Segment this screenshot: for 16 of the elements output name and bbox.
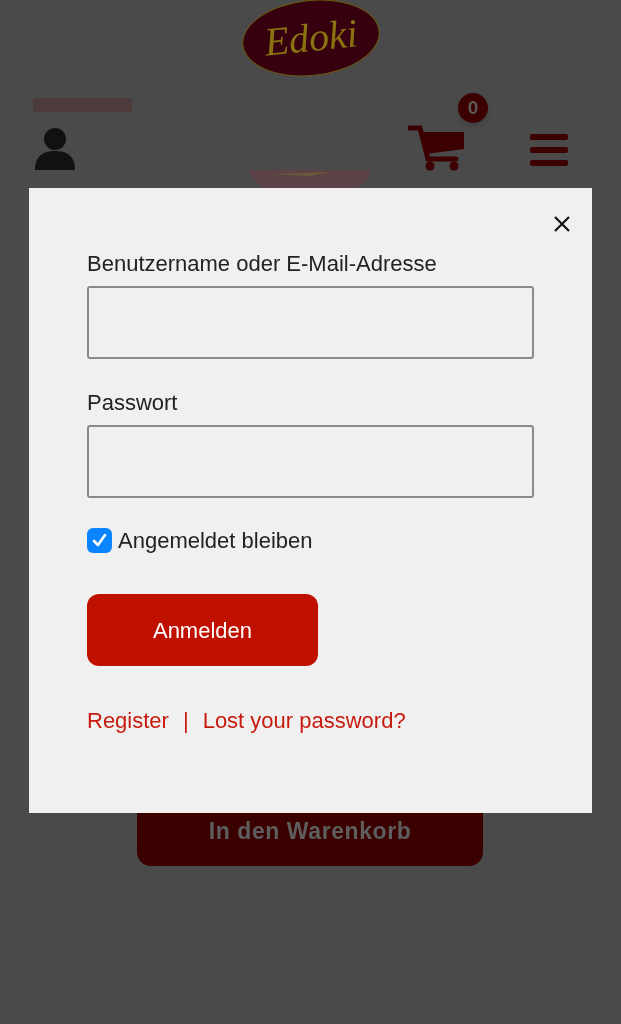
checkbox-label[interactable]: Angemeldet bleiben [118, 524, 313, 557]
checkmark-icon [91, 532, 108, 549]
close-icon[interactable] [552, 214, 572, 234]
cart-icon[interactable] [408, 125, 466, 171]
user-icon[interactable] [34, 128, 76, 170]
input-field[interactable] [87, 425, 534, 498]
field-label: Passwort [87, 389, 179, 417]
checkbox[interactable] [87, 528, 112, 553]
cart-count-badge: 0 [458, 93, 488, 123]
menu-icon[interactable] [530, 134, 568, 166]
link-separator: | [182, 707, 189, 735]
login-button[interactable]: Anmelden [87, 594, 318, 666]
lost-password-link[interactable]: Lost your password? [202, 704, 406, 737]
input-field[interactable] [87, 286, 534, 359]
register-link[interactable]: Register [87, 704, 169, 737]
field-label: Benutzername oder E-Mail-Adresse [87, 250, 438, 278]
